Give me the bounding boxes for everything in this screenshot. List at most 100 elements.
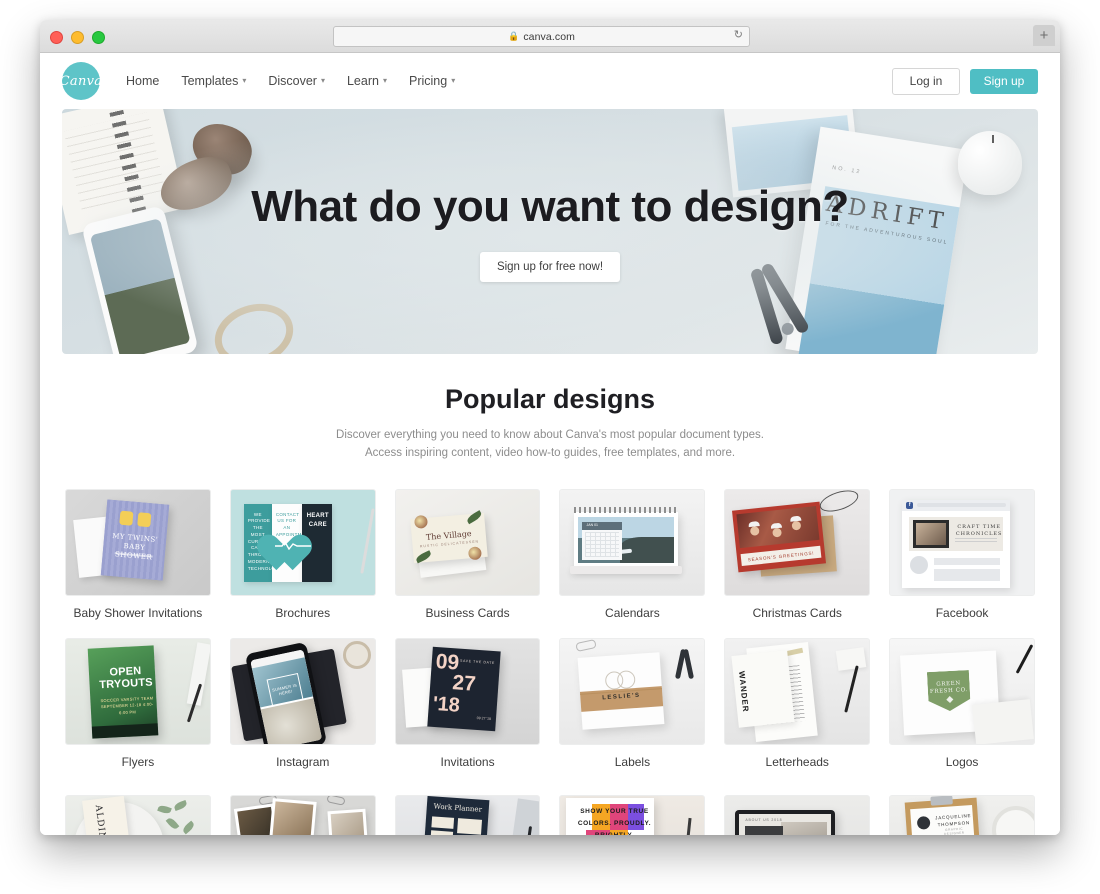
chevron-down-icon: ▾ (320, 76, 325, 85)
heart-icon (946, 696, 953, 703)
card-art-title: SUMMER IS HERE! (271, 681, 298, 696)
design-card-business-cards[interactable]: The Village RUSTIC DELICATESSEN Business… (394, 488, 541, 620)
design-card-planners[interactable]: Work Planner (394, 794, 541, 835)
nav-links: Home Templates ▾ Discover ▾ Learn ▾ Pric… (126, 74, 455, 88)
card-art-title: SEASON'S GREETINGS! (747, 549, 815, 562)
nav-item-discover[interactable]: Discover ▾ (268, 74, 325, 88)
design-card-brochures[interactable]: WE PROVIDE THE MOST CURRENT CARE THROUGH… (229, 488, 376, 620)
design-card-posters[interactable]: SHOW YOUR TRUE COLORS. PROUDLY. BRIGHTLY… (559, 794, 706, 835)
card-art-sub: SAVE THE DATE (459, 658, 495, 665)
design-card-calendars[interactable]: JAN 01 Calendars (559, 488, 706, 620)
nav-item-home[interactable]: Home (126, 74, 159, 88)
card-label: Flyers (121, 754, 155, 769)
facebook-icon: f (906, 501, 914, 509)
card-thumbnail[interactable]: 09 27 '18 SAVE THE DATE 09 27 '18 (394, 637, 541, 745)
chevron-down-icon: ▾ (382, 76, 387, 85)
pulse-line-icon (274, 540, 311, 550)
traffic-lights (50, 31, 105, 44)
minimize-button[interactable] (71, 31, 84, 44)
card-thumbnail[interactable]: Work Planner (394, 794, 541, 835)
onesie-icon (119, 510, 134, 526)
card-label: Christmas Cards (752, 605, 842, 620)
nav-item-pricing[interactable]: Pricing ▾ (409, 74, 455, 88)
nav-item-label: Templates (181, 74, 239, 88)
card-thumbnail[interactable]: f CRAFT TIME CHRONICLES (889, 488, 1035, 596)
card-thumbnail[interactable]: OPEN TRYOUTS SOCCER VARSITY TEAM SEPTEMB… (65, 637, 211, 745)
card-thumbnail[interactable]: JAN 01 (559, 488, 706, 596)
card-thumbnail[interactable]: SUMMER IS HERE! (229, 637, 376, 745)
design-card-facebook[interactable]: f CRAFT TIME CHRONICLES Facebook (889, 488, 1035, 620)
card-label: Facebook (935, 605, 989, 620)
canva-logo-text: Canva (59, 73, 103, 89)
hero-content: What do you want to design? Sign up for … (62, 109, 1038, 354)
card-label: Invitations (440, 754, 495, 769)
design-card-photo-collages[interactable]: Wedding Mood: Rustic Romance Photo Colla… (229, 794, 376, 835)
nav-item-templates[interactable]: Templates ▾ (181, 74, 246, 88)
design-card-christmas-cards[interactable]: SEASON'S GREETINGS! Christmas Cards (724, 488, 871, 620)
url-text-wrap: 🔒 canva.com (508, 31, 575, 43)
card-art-title: MY TWINS' BABY SHOWER (111, 531, 159, 561)
card-thumbnail[interactable]: WE PROVIDE THE MOST CURRENT CARE THROUGH… (229, 488, 376, 596)
designs-grid-row-1: MY TWINS' BABY SHOWER Baby Shower Invita… (62, 488, 1038, 769)
card-art-sub: ABOUT US 2018 (745, 817, 783, 822)
design-card-presentations[interactable]: ABOUT US 2018 Collab Space Central Prese… (724, 794, 871, 835)
card-thumbnail[interactable]: SHOW YOUR TRUE COLORS. PROUDLY. BRIGHTLY… (559, 794, 706, 835)
leaf-icon (157, 799, 200, 835)
card-label: Logos (945, 754, 979, 769)
card-thumbnail[interactable]: LESLIE'S (559, 637, 706, 745)
design-card-labels[interactable]: LESLIE'S Labels (559, 637, 706, 769)
design-card-instagram[interactable]: SUMMER IS HERE! Instagram (229, 637, 376, 769)
card-label: Labels (614, 754, 651, 769)
nav-item-label: Home (126, 74, 160, 88)
reload-icon[interactable]: ↻ (734, 30, 743, 41)
card-art-sub: SOCCER VARSITY TEAM SEPTEMBER 12-18 4:00… (100, 695, 154, 715)
card-art-title: OPEN TRYOUTS (98, 664, 154, 691)
design-card-menus[interactable]: ALDINI CUISINE Menus (65, 794, 211, 835)
card-thumbnail[interactable]: MY TWINS' BABY SHOWER (65, 488, 211, 596)
card-thumbnail[interactable]: ALDINI CUISINE (65, 794, 211, 835)
card-thumbnail[interactable]: The Village RUSTIC DELICATESSEN (394, 488, 541, 596)
design-card-letterheads[interactable]: WANDER Letterheads (724, 637, 871, 769)
chevron-down-icon: ▾ (242, 76, 247, 85)
card-art-title: GREEN FRESH CO. (930, 680, 969, 695)
card-art-title: CRAFT TIME CHRONICLES (955, 523, 1003, 537)
new-tab-button[interactable]: + (1033, 25, 1055, 46)
card-thumbnail[interactable]: ABOUT US 2018 Collab Space Central (724, 794, 871, 835)
onesie-icon (137, 511, 152, 527)
card-thumbnail[interactable]: GREEN FRESH CO. (889, 637, 1035, 745)
nav-item-learn[interactable]: Learn ▾ (347, 74, 387, 88)
hero-cta-button[interactable]: Sign up for free now! (479, 251, 621, 282)
card-thumbnail[interactable]: SEASON'S GREETINGS! (724, 488, 871, 596)
spiral-binding-icon (574, 506, 679, 513)
scissors-prop (668, 648, 702, 683)
design-card-invitations[interactable]: 09 27 '18 SAVE THE DATE 09 27 '18 Invita… (394, 637, 541, 769)
section-subtitle: Discover everything you need to know abo… (336, 429, 764, 459)
section-title: Popular designs (444, 384, 656, 414)
logo-badge: GREEN FRESH CO. (927, 670, 971, 712)
login-button[interactable]: Log in (892, 67, 960, 95)
card-label: Instagram (276, 754, 330, 769)
card-art-title: Work Planner (433, 802, 482, 814)
card-thumbnail[interactable]: Wedding Mood: Rustic Romance (229, 794, 376, 835)
card-thumbnail[interactable]: WANDER (724, 637, 871, 745)
browser-window: 🔒 canva.com ↻ + Canva Home Templates ▾ D… (40, 20, 1060, 835)
designs-grid-row-3: ALDINI CUISINE Menus (62, 794, 1038, 835)
canva-logo[interactable]: Canva (59, 62, 103, 100)
close-button[interactable] (50, 31, 63, 44)
card-art-title: JAN 01 (586, 522, 598, 527)
watch-prop (342, 640, 371, 669)
design-card-logos[interactable]: GREEN FRESH CO. Logos (889, 637, 1035, 769)
card-art-title: ALDINI CUISINE (93, 804, 114, 835)
card-art-title: 09 27 '18 (476, 715, 491, 721)
card-art-title: WANDER (737, 670, 751, 713)
design-card-resumes[interactable]: JACQUELINE THOMPSON GRAPHIC DESIGNER Res… (889, 794, 1035, 835)
design-card-flyers[interactable]: OPEN TRYOUTS SOCCER VARSITY TEAM SEPTEMB… (65, 637, 211, 769)
signup-button[interactable]: Sign up (970, 68, 1038, 94)
card-label: Letterheads (765, 754, 829, 769)
zoom-button[interactable] (92, 31, 105, 44)
lock-icon: 🔒 (508, 31, 520, 41)
card-art-title: SHOW YOUR TRUE COLORS. PROUDLY. BRIGHTLY… (577, 807, 652, 835)
card-thumbnail[interactable]: JACQUELINE THOMPSON GRAPHIC DESIGNER (889, 794, 1035, 835)
address-bar[interactable]: 🔒 canva.com ↻ (333, 26, 750, 47)
design-card-baby-shower-invitations[interactable]: MY TWINS' BABY SHOWER Baby Shower Invita… (65, 488, 211, 620)
